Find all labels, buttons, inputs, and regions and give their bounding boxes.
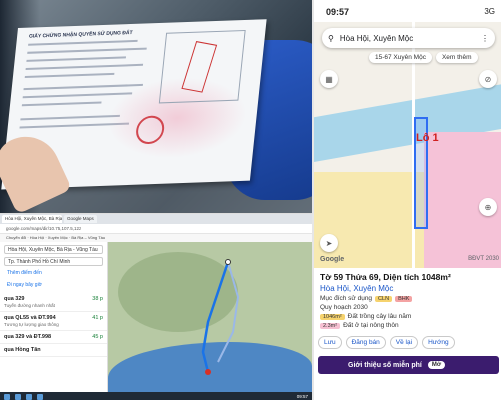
parcel-map[interactable]: Lô 1 ⚲ Hòa Hội, Xuyên Mộc ⋮ 15-67 Xuyên … bbox=[314, 22, 501, 268]
status-bar: 09:57 3G bbox=[314, 0, 501, 22]
screenshot-collage: GIẤY CHỨNG NHẬN QUYỀN SỬ DỤNG ĐẤT 09:57 … bbox=[0, 0, 501, 400]
start-icon[interactable] bbox=[4, 393, 10, 400]
ad-text: Giới thiệu số miễn phí bbox=[348, 361, 422, 369]
address-bar[interactable]: google.com/maps/dir/10.75,107.5,12z bbox=[0, 224, 312, 234]
locate-icon[interactable]: ⊕ bbox=[479, 198, 497, 216]
action-buttons: Lưu Đăng bán Về lại Hướng bbox=[318, 336, 455, 349]
add-destination-link[interactable]: Thêm điểm đến bbox=[4, 269, 103, 278]
status-time: 09:57 bbox=[326, 7, 350, 17]
plan-row: 2.3m² Đất ở tại nông thôn bbox=[320, 322, 497, 329]
lot-label: Lô 1 bbox=[416, 132, 439, 144]
alternate-route bbox=[217, 261, 240, 363]
google-logo: Google bbox=[320, 256, 345, 263]
text-line bbox=[24, 72, 115, 78]
route-item[interactable]: 41 p qua QL55 và ĐT.994 Tương tự lượng g… bbox=[0, 312, 107, 331]
directions-panel: Hòa Hội, Xuyên Mộc, Bà Rịa - Vũng Tàu Tp… bbox=[0, 242, 108, 392]
phone-screen: 09:57 3G Lô 1 ⚲ Hòa Hội, Xuyên Mộc ⋮ 15-… bbox=[312, 0, 501, 400]
tab-maps[interactable]: Hòa Hội, Xuyên Mộc, Bà Rịa bbox=[2, 215, 62, 223]
google-map[interactable] bbox=[108, 242, 312, 392]
route-name: qua QL55 và ĐT.994 bbox=[4, 315, 56, 321]
route-item[interactable]: 45 p qua 329 và ĐT.998 bbox=[0, 331, 107, 344]
certificate-heading: GIẤY CHỨNG NHẬN QUYỀN SỬ DỤNG ĐẤT bbox=[28, 29, 133, 40]
destination-marker bbox=[205, 369, 211, 375]
post-sale-button[interactable]: Đăng bán bbox=[345, 336, 386, 349]
plan-area: 1046m² bbox=[320, 313, 345, 320]
ad-banner[interactable]: Giới thiệu số miễn phí Mở bbox=[318, 356, 499, 374]
app-icon[interactable] bbox=[37, 393, 43, 400]
plan-area: 2.3m² bbox=[320, 322, 341, 329]
text-line bbox=[28, 39, 138, 46]
parcel-location[interactable]: Hòa Hội, Xuyên Mộc bbox=[320, 284, 497, 293]
plan-row: 1046m² Đất trồng cây lâu năm bbox=[320, 313, 497, 320]
route-time: 38 p bbox=[92, 296, 103, 302]
layers-icon[interactable]: ▦ bbox=[320, 70, 338, 88]
ad-open-button[interactable]: Mở bbox=[427, 361, 446, 369]
usage-label: Mục đích sử dụng bbox=[320, 295, 373, 302]
visibility-icon[interactable]: ⊘ bbox=[479, 70, 497, 88]
plot-diagram bbox=[158, 29, 246, 104]
save-button[interactable]: Lưu bbox=[318, 336, 342, 349]
text-line bbox=[20, 114, 120, 120]
parcel-title: Tờ 59 Thửa 69, Diện tích 1048m² bbox=[320, 272, 451, 282]
usage-tag: BHK bbox=[395, 295, 413, 302]
usage-row: Mục đích sử dụng CLN BHK bbox=[320, 295, 497, 302]
usage-tag: CLN bbox=[375, 295, 393, 302]
taskbar-clock: 09:57 bbox=[296, 394, 308, 399]
text-line bbox=[26, 56, 127, 62]
document-photo: GIẤY CHỨNG NHẬN QUYỀN SỬ DỤNG ĐẤT bbox=[0, 0, 312, 213]
route-name: qua 329 và ĐT.998 bbox=[4, 334, 52, 340]
bookmarks-bar[interactable]: Chuyển đổi · Hòa Hội · Xuyên Mộc · Bà Rị… bbox=[0, 234, 312, 242]
app-icon[interactable] bbox=[15, 393, 21, 400]
tab-google[interactable]: Google Maps bbox=[64, 215, 97, 223]
search-icon: ⚲ bbox=[328, 33, 334, 43]
search-query: Hòa Hội, Xuyên Mộc bbox=[339, 33, 414, 43]
route-time: 45 p bbox=[92, 334, 103, 340]
destination-input[interactable]: Tp. Thành Phố Hồ Chí Minh bbox=[4, 257, 103, 266]
text-line bbox=[21, 101, 102, 106]
plan-desc: Đất trồng cây lâu năm bbox=[347, 313, 412, 320]
signal-indicator: 3G bbox=[484, 7, 495, 16]
origin-input[interactable]: Hòa Hội, Xuyên Mộc, Bà Rịa - Vũng Tàu bbox=[4, 245, 103, 254]
chip-more[interactable]: Xem thêm bbox=[435, 52, 478, 63]
compass-icon[interactable]: ➤ bbox=[320, 234, 338, 252]
browser-tabs: Hòa Hội, Xuyên Mộc, Bà Rịa Google Maps bbox=[0, 214, 312, 224]
desktop-browser: Hòa Hội, Xuyên Mộc, Bà Rịa Google Maps g… bbox=[0, 213, 312, 400]
lot-outline bbox=[181, 41, 218, 93]
route-item[interactable]: qua Hồng Tân bbox=[0, 344, 107, 357]
parcel-info-panel: Tờ 59 Thửa 69, Diện tích 1048m² Hòa Hội,… bbox=[314, 268, 501, 400]
leave-now-dropdown[interactable]: Đi ngay bây giờ bbox=[4, 281, 103, 290]
primary-route bbox=[201, 261, 230, 373]
map-watermark: BĐVT 2030 bbox=[468, 256, 499, 262]
route-item[interactable]: 38 p qua 329 Tuyến đường nhanh nhất bbox=[0, 293, 107, 312]
directions-button[interactable]: Hướng bbox=[422, 336, 455, 349]
chip-area[interactable]: 15-67 Xuyên Mộc bbox=[369, 52, 432, 63]
route-name: qua 329 bbox=[4, 296, 25, 302]
route-lines bbox=[201, 259, 240, 375]
plan-desc: Đất ở tại nông thôn bbox=[343, 322, 399, 329]
filter-chips: 15-67 Xuyên Mộc Xem thêm bbox=[369, 52, 478, 63]
taskbar: 09:57 bbox=[0, 392, 312, 400]
origin-marker bbox=[225, 259, 231, 265]
text-line bbox=[25, 63, 144, 70]
redraw-button[interactable]: Về lại bbox=[389, 336, 419, 349]
route-name: qua Hồng Tân bbox=[4, 347, 41, 353]
search-bar[interactable]: ⚲ Hòa Hội, Xuyên Mộc ⋮ bbox=[322, 28, 495, 48]
text-line bbox=[27, 47, 147, 54]
route-sub: Tương tự lượng giao thông bbox=[4, 322, 59, 327]
route-sub: Tuyến đường nhanh nhất bbox=[4, 303, 55, 308]
app-icon[interactable] bbox=[26, 393, 32, 400]
menu-icon[interactable]: ⋮ bbox=[481, 34, 489, 43]
route-time: 41 p bbox=[92, 315, 103, 321]
plan-label: Quy hoạch 2030 bbox=[320, 304, 368, 311]
